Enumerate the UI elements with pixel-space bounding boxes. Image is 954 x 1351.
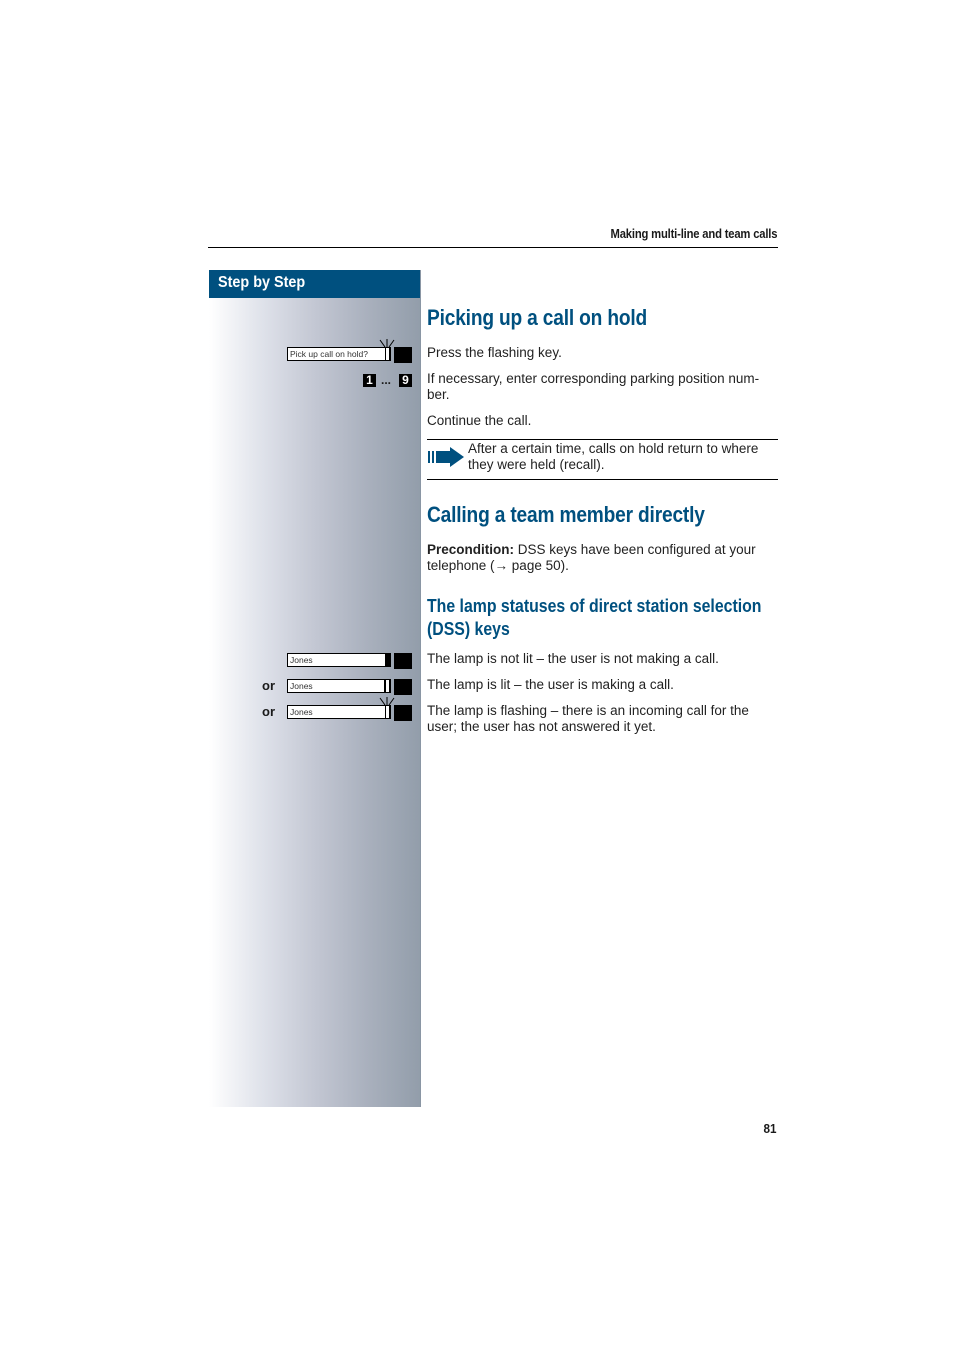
or-label: or bbox=[262, 678, 275, 693]
display-text: Jones bbox=[290, 707, 313, 717]
lamp-indicator-on bbox=[384, 679, 390, 693]
step-press-flashing-key: Press the flashing key. bbox=[427, 345, 562, 360]
dss-display-flashing[interactable]: Jones bbox=[287, 705, 391, 719]
step-continue-call: Continue the call. bbox=[427, 413, 532, 428]
display-text: Jones bbox=[290, 655, 313, 665]
sidebar-edge bbox=[420, 270, 421, 1107]
lamp-not-lit-text: The lamp is not lit – the user is not ma… bbox=[427, 651, 719, 666]
step-by-step-banner: Step by Step bbox=[209, 270, 420, 298]
note-top-rule bbox=[427, 439, 778, 440]
lamp-indicator-off bbox=[385, 653, 390, 667]
heading-picking-up-call-on-hold: Picking up a call on hold bbox=[427, 305, 648, 330]
lamp-indicator bbox=[385, 347, 390, 361]
dss-key[interactable] bbox=[394, 679, 412, 695]
function-key[interactable] bbox=[394, 347, 412, 363]
pickup-call-display-key[interactable]: Pick up call on hold? bbox=[287, 347, 391, 361]
or-label: or bbox=[262, 704, 275, 719]
lamp-indicator-flashing bbox=[385, 705, 390, 719]
digit-key-9[interactable]: 9 bbox=[399, 374, 412, 387]
note-recall-text: After a certain time, calls on hold retu… bbox=[468, 441, 759, 472]
page-number: 81 bbox=[762, 1121, 776, 1136]
lamp-lit-text: The lamp is lit – the user is making a c… bbox=[427, 677, 674, 692]
heading-calling-team-member: Calling a team member directly bbox=[427, 502, 705, 527]
header-divider bbox=[208, 247, 778, 248]
dss-key[interactable] bbox=[394, 705, 412, 721]
note-arrow-icon bbox=[428, 447, 464, 467]
dss-key[interactable] bbox=[394, 653, 412, 669]
section-header-title: Making multi-line and team calls bbox=[610, 227, 777, 241]
precondition-paragraph: Precondition: DSS keys have been configu… bbox=[427, 542, 779, 574]
digit-range-ellipsis: ... bbox=[381, 373, 392, 387]
precondition-label: Precondition: bbox=[427, 542, 514, 557]
step-enter-parking-position: If necessary, enter corresponding parkin… bbox=[427, 371, 760, 402]
display-text: Pick up call on hold? bbox=[290, 349, 368, 359]
step-by-step-title: Step by Step bbox=[218, 274, 306, 291]
dss-display-lit[interactable]: Jones bbox=[287, 679, 391, 693]
dss-display-not-lit[interactable]: Jones bbox=[287, 653, 391, 667]
lamp-flashing-text: The lamp is flashing – there is an incom… bbox=[427, 703, 749, 734]
display-text: Jones bbox=[290, 681, 313, 691]
digit-key-1[interactable]: 1 bbox=[363, 374, 376, 387]
subheading-lamp-statuses: The lamp statuses of direct station sele… bbox=[427, 596, 762, 639]
note-bottom-rule bbox=[427, 479, 778, 480]
